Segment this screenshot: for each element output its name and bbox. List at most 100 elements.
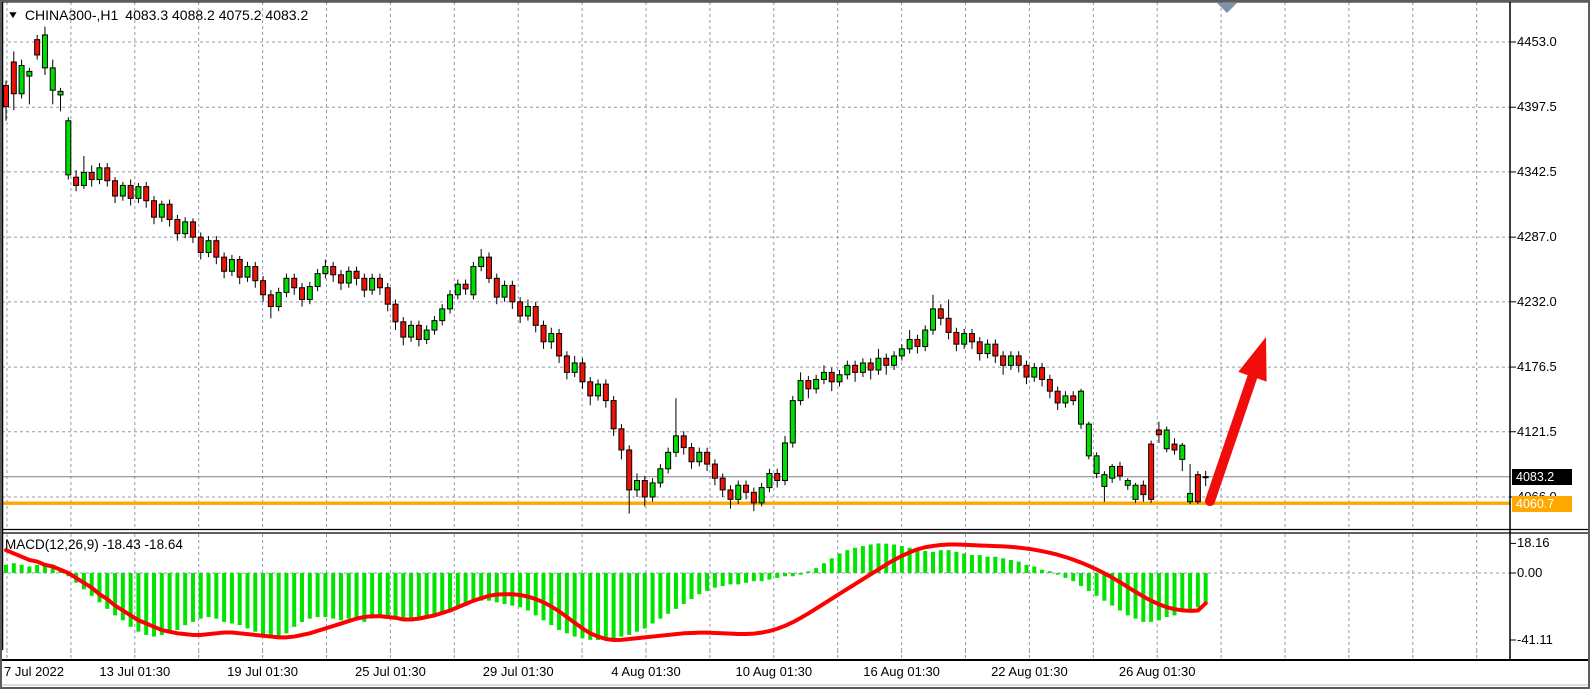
candle-body: [954, 332, 959, 344]
time-axis-label: 26 Aug 01:30: [1119, 664, 1196, 679]
macd-histogram-bar: [752, 573, 756, 581]
candle-body: [1094, 456, 1099, 474]
candlestick-chart-canvas[interactable]: [0, 0, 1590, 689]
candle-body: [751, 492, 756, 503]
candle-body: [377, 278, 382, 287]
candle-body: [985, 344, 990, 353]
candle-body: [89, 173, 94, 180]
macd-histogram-bar: [915, 549, 919, 573]
trend-arrow-shaft[interactable]: [1210, 371, 1254, 501]
candle-body: [455, 284, 460, 295]
candle-body: [237, 260, 242, 278]
macd-histogram-bar: [238, 573, 242, 625]
macd-histogram-bar: [370, 573, 374, 619]
time-axis-label: 25 Jul 01:30: [355, 664, 426, 679]
candle-body: [175, 220, 180, 234]
candle-body: [993, 344, 998, 356]
candle-body: [479, 257, 484, 266]
candle-body: [759, 488, 764, 503]
macd-histogram-bar: [1095, 573, 1099, 596]
macd-histogram-bar: [35, 565, 39, 573]
symbol-dropdown-icon[interactable]: ▼: [7, 10, 19, 21]
macd-histogram-bar: [923, 551, 927, 573]
macd-histogram-bar: [113, 573, 117, 615]
candle-body: [899, 349, 904, 356]
macd-histogram-bar: [284, 573, 288, 633]
candle-body: [486, 257, 491, 278]
macd-histogram-bar: [12, 563, 16, 573]
macd-histogram-bar: [347, 573, 351, 619]
macd-histogram-bar: [277, 573, 281, 637]
macd-scale-label: 18.16: [1517, 535, 1550, 550]
candle-body: [346, 271, 351, 283]
candle-body: [541, 325, 546, 341]
time-axis-label: 10 Aug 01:30: [735, 664, 812, 679]
chart-title-bar: ▼ CHINA300-,H1 4083.3 4088.2 4075.2 4083…: [8, 7, 308, 23]
macd-histogram-bar: [612, 573, 616, 638]
macd-histogram-bar: [947, 550, 951, 573]
candle-body: [144, 187, 149, 201]
macd-histogram-bar: [822, 563, 826, 573]
candle-body: [198, 237, 203, 252]
macd-histogram-bar: [666, 573, 670, 614]
macd-histogram-bar: [619, 573, 623, 637]
candle-body: [1016, 356, 1021, 365]
macd-histogram-bar: [27, 566, 31, 573]
candle-body: [1079, 391, 1084, 424]
candle-body: [868, 363, 873, 370]
candle-body: [284, 278, 289, 292]
candle-body: [183, 222, 188, 234]
macd-histogram-bar: [253, 573, 257, 632]
macd-histogram-bar: [573, 573, 577, 637]
time-axis-label: 4 Aug 01:30: [611, 664, 680, 679]
candle-body: [931, 309, 936, 330]
macd-scale-label: 0.00: [1517, 565, 1542, 580]
candle-body: [300, 288, 305, 300]
candle-body: [884, 358, 889, 365]
macd-histogram-bar: [744, 573, 748, 583]
macd-histogram-bar: [697, 573, 701, 594]
candle-body: [276, 292, 281, 306]
candle-body: [728, 490, 733, 499]
candle-body: [962, 334, 967, 345]
macd-histogram-bar: [464, 573, 468, 606]
macd-histogram-bar: [1040, 570, 1044, 573]
macd-histogram-bar: [900, 546, 904, 573]
macd-histogram-bar: [308, 573, 312, 619]
candle-body: [307, 287, 312, 300]
candle-body: [938, 309, 943, 318]
macd-histogram-bar: [557, 573, 561, 630]
candle-body: [557, 334, 562, 356]
candle-body: [432, 321, 437, 330]
candle-body: [1086, 424, 1091, 456]
macd-histogram-bar: [222, 573, 226, 622]
candle-body: [1188, 493, 1193, 501]
macd-histogram-bar: [448, 573, 452, 610]
macd-histogram-bar: [588, 573, 592, 640]
macd-histogram-bar: [978, 555, 982, 573]
macd-histogram-bar: [1134, 573, 1138, 619]
macd-histogram-bar: [542, 573, 546, 620]
macd-histogram-bar: [386, 573, 390, 617]
candle-body: [611, 401, 616, 429]
candle-body: [409, 325, 414, 337]
macd-scale-label: -41.11: [1517, 632, 1553, 647]
price-axis-label: 4397.5: [1517, 99, 1557, 114]
macd-histogram-bar: [643, 573, 647, 628]
candle-body: [27, 71, 32, 76]
macd-histogram-bar: [830, 558, 834, 573]
candle-body: [650, 483, 655, 497]
scroll-to-end-marker[interactable]: [1217, 3, 1237, 13]
macd-histogram-bar: [604, 573, 608, 640]
macd-histogram-bar: [510, 573, 514, 606]
trend-arrow-head[interactable]: [1238, 337, 1266, 382]
price-axis-label: 4342.5: [1517, 164, 1557, 179]
candle-body: [167, 204, 172, 219]
macd-histogram-bar: [760, 573, 764, 581]
price-axis-label: 4176.5: [1517, 359, 1557, 374]
macd-histogram-bar: [1009, 560, 1013, 573]
chart-window: ▼ CHINA300-,H1 4083.3 4088.2 4075.2 4083…: [0, 0, 1590, 689]
macd-histogram-bar: [1001, 558, 1005, 573]
candle-body: [1172, 444, 1177, 450]
macd-histogram-bar: [775, 573, 779, 578]
